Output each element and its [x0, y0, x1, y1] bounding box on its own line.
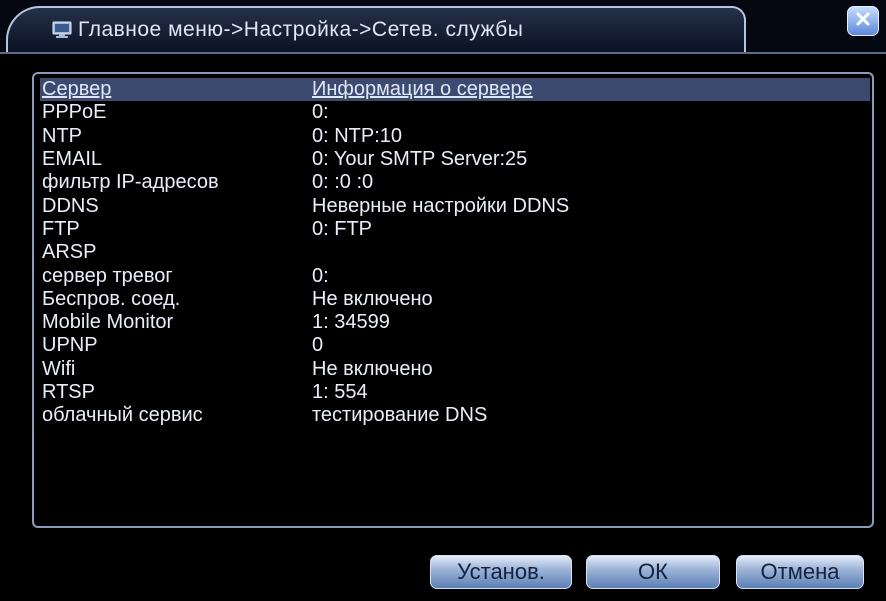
column-header-server: Сервер: [42, 78, 112, 101]
server-name: PPPoE: [42, 101, 107, 124]
table-row[interactable]: сервер тревог 0:: [40, 264, 870, 287]
server-info: 0: Your SMTP Server:25: [312, 148, 528, 171]
server-name: фильтр IP-адресов: [42, 171, 219, 194]
title-tab: Главное меню->Настройка->Сетев. службы: [6, 6, 746, 52]
server-info: Неверные настройки DDNS: [312, 194, 570, 217]
server-name: облачный сервис: [42, 404, 203, 427]
table-row[interactable]: Беспров. соед. Не включено: [40, 288, 870, 311]
server-info: 0: [312, 334, 324, 357]
table-row[interactable]: фильтр IP-адресов 0: :0 :0: [40, 171, 870, 194]
table-header: Сервер Информация о сервере: [40, 78, 870, 102]
server-name: FTP: [42, 217, 80, 240]
server-info: 0: NTP:10: [312, 124, 403, 147]
server-name: Wifi: [42, 357, 76, 380]
server-name: ARSP: [42, 241, 97, 264]
server-info: Не включено: [312, 287, 433, 310]
server-info: 1: 554: [312, 381, 368, 403]
table-row[interactable]: UPNP 0: [40, 334, 870, 357]
server-name: EMAIL: [42, 148, 103, 171]
column-header-info: Информация о сервере: [312, 78, 533, 101]
server-name: NTP: [42, 124, 82, 147]
ok-button[interactable]: ОК: [586, 555, 720, 589]
title-content: Главное меню->Настройка->Сетев. службы: [52, 18, 523, 42]
network-services-window: Главное меню->Настройка->Сетев. службы С…: [0, 0, 886, 601]
server-name: DDNS: [42, 194, 99, 217]
button-bar: Установ. ОК Отмена: [0, 555, 886, 591]
table-row[interactable]: ARSP: [40, 241, 870, 264]
server-info: тестирование DNS: [312, 404, 488, 427]
server-info: 0: FTP: [312, 217, 373, 240]
table-row[interactable]: NTP 0: NTP:10: [40, 125, 870, 148]
table-row[interactable]: PPPoE 0:: [40, 101, 870, 124]
server-name: RTSP: [42, 381, 95, 403]
server-name: Беспров. соед.: [42, 287, 181, 310]
monitor-icon: [52, 20, 72, 40]
server-name: сервер тревог: [42, 264, 173, 287]
table-row[interactable]: EMAIL 0: Your SMTP Server:25: [40, 148, 870, 171]
close-icon: [855, 11, 871, 32]
table-row[interactable]: FTP 0: FTP: [40, 218, 870, 241]
table-row[interactable]: облачный сервис тестирование DNS: [40, 404, 870, 427]
server-table: Сервер Информация о сервере PPPoE 0: NTP…: [40, 78, 870, 427]
table-row[interactable]: DDNS Неверные настройки DDNS: [40, 194, 870, 217]
title-bar: Главное меню->Настройка->Сетев. службы: [0, 0, 886, 58]
close-button[interactable]: [847, 6, 879, 36]
table-row[interactable]: RTSP 1: 554: [40, 381, 870, 404]
window-title: Главное меню->Настройка->Сетев. службы: [78, 18, 524, 41]
table-row[interactable]: Wifi Не включено: [40, 358, 870, 381]
server-info: 1: 34599: [312, 311, 390, 334]
server-info: 0:: [312, 101, 329, 124]
set-button[interactable]: Установ.: [430, 555, 572, 589]
server-info: 0: :0 :0: [312, 171, 374, 194]
cancel-button[interactable]: Отмена: [736, 555, 864, 589]
server-name: UPNP: [42, 334, 98, 357]
server-info: Не включено: [312, 357, 433, 380]
table-row[interactable]: Mobile Monitor 1: 34599: [40, 311, 870, 334]
server-name: Mobile Monitor: [42, 311, 174, 334]
server-info: 0:: [312, 264, 329, 287]
